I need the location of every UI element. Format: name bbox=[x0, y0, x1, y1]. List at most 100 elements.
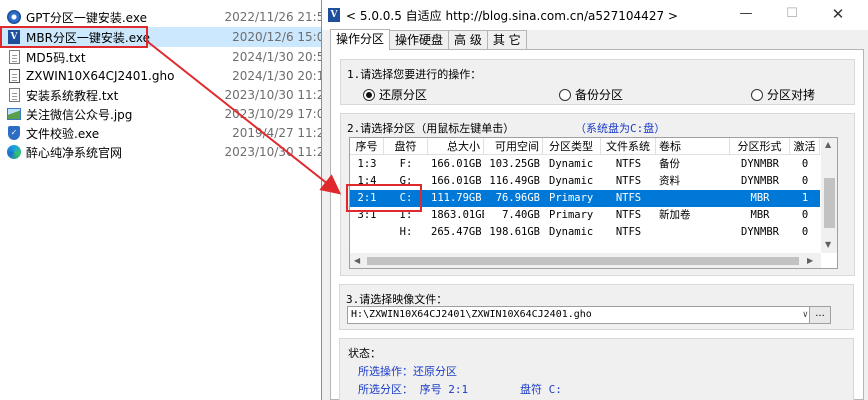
column-header[interactable]: 分区类型 bbox=[543, 138, 601, 155]
file-name: ZXWIN10X64CJ2401.gho bbox=[26, 69, 175, 83]
step1-label: 1.请选择您要进行的操作： bbox=[347, 68, 482, 81]
scroll-up-icon[interactable]: ▲ bbox=[825, 140, 831, 149]
scroll-right-icon[interactable]: ▶ bbox=[807, 256, 813, 265]
radio-restore[interactable]: 还原分区 bbox=[363, 86, 427, 103]
table-cell: 0 bbox=[801, 175, 809, 187]
radio-backup-dot[interactable] bbox=[559, 88, 571, 101]
table-cell: NTFS bbox=[615, 192, 642, 204]
column-header[interactable]: 总大小 bbox=[428, 138, 484, 155]
table-row[interactable]: 1:3 F: 166.01GB 103.25GB Dynamic NTFS 备份 DYNMBR… bbox=[350, 156, 820, 173]
table-cell: 111.79GB bbox=[431, 192, 482, 204]
table-cell bbox=[350, 224, 384, 241]
column-header[interactable]: 分区形式 bbox=[730, 138, 790, 155]
table-cell bbox=[656, 190, 730, 207]
radio-backup-label: 备份分区 bbox=[575, 88, 624, 102]
column-header[interactable]: 序号 bbox=[350, 138, 384, 155]
browse-button[interactable]: ... bbox=[809, 306, 831, 324]
table-cell: 198.61GB bbox=[489, 226, 540, 238]
file-row-gho[interactable]: ZXWIN10X64CJ2401.gho 2024/1/30 20:12 bbox=[2, 66, 332, 86]
image-file-icon bbox=[6, 106, 22, 122]
partition-table[interactable]: 序号 盘符 总大小 可用空间 分区类型 文件系统 卷标 分区形式 激活 1:3 F… bbox=[349, 137, 838, 269]
status-operation: 所选操作：还原分区 bbox=[358, 365, 457, 378]
radio-restore-label: 还原分区 bbox=[379, 88, 428, 102]
app-icon: V bbox=[328, 8, 340, 22]
column-header[interactable]: 卷标 bbox=[656, 138, 730, 155]
table-cell: H: bbox=[399, 226, 413, 238]
file-icon bbox=[6, 68, 22, 84]
table-cell: NTFS bbox=[615, 209, 642, 221]
status-partition: 所选分区： 序号 2:1 bbox=[358, 383, 469, 396]
minimize-button[interactable]: — bbox=[723, 0, 769, 30]
file-date: 2023/10/29 17:03 bbox=[224, 107, 332, 121]
table-cell: DYNMBR bbox=[741, 226, 779, 238]
partition-highlight-box bbox=[346, 184, 422, 212]
image-path-select[interactable]: H:\ZXWIN10X64CJ2401\ZXWIN10X64CJ2401.gho… bbox=[347, 306, 811, 324]
table-cell: NTFS bbox=[615, 175, 642, 187]
file-highlight-box bbox=[0, 26, 148, 48]
status-group: 状态： 所选操作：还原分区 所选分区： 序号 2:1 盘符 C: bbox=[339, 338, 854, 400]
column-header[interactable]: 文件系统 bbox=[601, 138, 656, 155]
tab-other[interactable]: 其 它 bbox=[486, 30, 527, 49]
step3-label: 3.请选择映像文件： bbox=[346, 293, 448, 306]
file-name: GPT分区一键安装.exe bbox=[26, 10, 147, 25]
scroll-thumb[interactable] bbox=[824, 178, 835, 228]
gear-icon bbox=[6, 9, 22, 25]
table-cell: 265.47GB bbox=[431, 226, 482, 238]
table-cell: 116.49GB bbox=[489, 175, 540, 187]
table-cell: 166.01GB bbox=[431, 158, 482, 170]
step2-label: 2.请选择分区（用鼠标左键单击） bbox=[347, 122, 515, 135]
column-header[interactable]: 盘符 bbox=[384, 138, 428, 155]
table-cell: NTFS bbox=[615, 226, 642, 238]
table-row[interactable]: H: 265.47GB 198.61GB Dynamic NTFS DYNMBR 0 bbox=[350, 224, 820, 241]
tab-advanced[interactable]: 高 级 bbox=[448, 30, 488, 49]
file-date: 2019/4/27 11:25 bbox=[232, 126, 332, 140]
image-path-value: H:\ZXWIN10X64CJ2401\ZXWIN10X64CJ2401.gho bbox=[351, 309, 592, 320]
scroll-down-icon[interactable]: ▼ bbox=[825, 240, 831, 249]
table-cell: MBR bbox=[750, 209, 770, 221]
table-cell: 资料 bbox=[659, 175, 680, 187]
file-row-wechat-jpg[interactable]: 关注微信公众号.jpg 2023/10/29 17:03 bbox=[2, 104, 332, 124]
tab-partition[interactable]: 操作分区 bbox=[330, 29, 391, 50]
file-row-md5[interactable]: MD5码.txt 2024/1/30 20:51 bbox=[2, 47, 332, 67]
table-cell: Dynamic bbox=[549, 158, 594, 170]
file-date: 2024/1/30 20:12 bbox=[232, 69, 332, 83]
edge-link-icon bbox=[6, 144, 22, 160]
status-drive: 盘符 C: bbox=[520, 383, 562, 396]
table-horizontal-scrollbar[interactable]: ◀ ▶ bbox=[350, 253, 821, 268]
table-header: 序号 盘符 总大小 可用空间 分区类型 文件系统 卷标 分区形式 激活 bbox=[350, 138, 820, 155]
table-cell: Dynamic bbox=[549, 175, 594, 187]
maximize-button[interactable]: ☐ bbox=[769, 0, 815, 30]
radio-copy-dot[interactable] bbox=[751, 88, 763, 101]
file-row-gpt-installer[interactable]: GPT分区一键安装.exe 2022/11/26 21:55 bbox=[2, 7, 332, 27]
file-date: 2023/10/30 11:21 bbox=[224, 145, 332, 159]
column-header[interactable]: 激活 bbox=[790, 138, 820, 155]
tab-disk[interactable]: 操作硬盘 bbox=[389, 30, 450, 49]
dialog-titlebar[interactable]: V < 5.0.0.5 自适应 http://blog.sina.com.cn/… bbox=[322, 0, 868, 30]
table-cell: 0 bbox=[801, 226, 809, 238]
table-cell: 7.40GB bbox=[502, 209, 540, 221]
table-cell: F: bbox=[399, 158, 413, 170]
scroll-left-icon[interactable]: ◀ bbox=[354, 256, 360, 265]
column-header[interactable]: 可用空间 bbox=[484, 138, 543, 155]
dialog-title: < 5.0.0.5 自适应 http://blog.sina.com.cn/a5… bbox=[346, 8, 678, 23]
file-row-tutorial[interactable]: 安装系统教程.txt 2023/10/30 11:22 bbox=[2, 85, 332, 105]
table-cell: 1863.01GB bbox=[431, 209, 484, 221]
radio-backup[interactable]: 备份分区 bbox=[559, 86, 623, 103]
radio-copy-label: 分区对拷 bbox=[767, 88, 816, 102]
scroll-thumb[interactable] bbox=[367, 257, 799, 265]
radio-restore-dot[interactable] bbox=[363, 88, 375, 101]
file-row-website[interactable]: 醉心纯净系统官网 2023/10/30 11:21 bbox=[2, 142, 332, 162]
chevron-down-icon[interactable]: ∨ bbox=[803, 307, 808, 323]
file-row-checksum[interactable]: ✓ 文件校验.exe 2019/4/27 11:25 bbox=[2, 123, 332, 143]
table-cell: DYNMBR bbox=[741, 175, 779, 187]
status-label: 状态： bbox=[348, 347, 381, 360]
table-cell: 76.96GB bbox=[495, 192, 540, 204]
table-cell: Primary bbox=[549, 209, 594, 221]
table-vertical-scrollbar[interactable]: ▲ ▼ bbox=[821, 138, 837, 253]
table-cell: NTFS bbox=[615, 158, 642, 170]
close-button[interactable]: ✕ bbox=[815, 0, 861, 30]
radio-copy[interactable]: 分区对拷 bbox=[751, 86, 815, 103]
file-date: 2020/12/6 15:04 bbox=[232, 30, 332, 44]
system-drive-hint: （系统盘为C:盘） bbox=[575, 122, 666, 135]
table-cell: MBR bbox=[750, 192, 770, 204]
